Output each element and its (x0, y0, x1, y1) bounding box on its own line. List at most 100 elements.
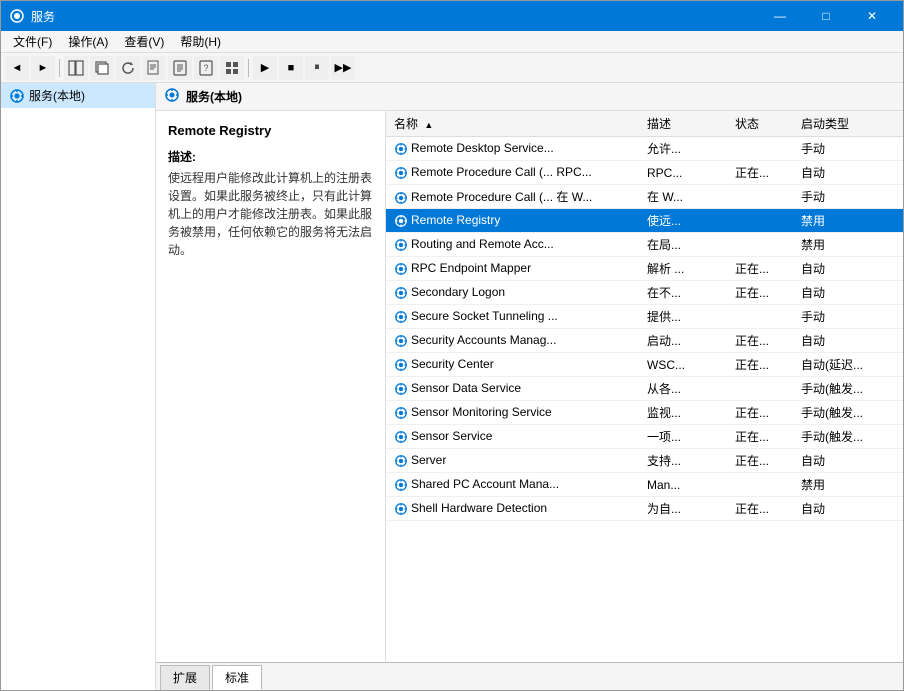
col-header-startup[interactable]: 启动类型 (793, 111, 903, 137)
svg-text:?: ? (203, 63, 208, 73)
cell-startup: 手动(触发... (793, 377, 903, 401)
right-panel: 服务(本地) Remote Registry 描述: 使远程用户能修改此计算机上… (156, 83, 903, 690)
maximize-button[interactable]: □ (803, 1, 849, 31)
table-row[interactable]: Remote Procedure Call (... 在 W...在 W... 手… (386, 185, 903, 209)
title-bar: 服务 — □ ✕ (1, 1, 903, 31)
export-button[interactable] (142, 56, 166, 80)
cell-name: Security Center (386, 353, 639, 377)
cell-name: Sensor Monitoring Service (386, 401, 639, 425)
menu-help[interactable]: 帮助(H) (172, 31, 229, 52)
cell-startup: 手动(触发... (793, 425, 903, 449)
cell-desc: 在局... (639, 233, 727, 257)
cell-startup: 自动 (793, 161, 903, 185)
cell-status (727, 233, 793, 257)
cell-name: Sensor Data Service (386, 377, 639, 401)
cell-name: Shared PC Account Mana... (386, 473, 639, 497)
properties-button[interactable] (168, 56, 192, 80)
cell-startup: 禁用 (793, 473, 903, 497)
cell-status (727, 473, 793, 497)
table-row[interactable]: Remote Procedure Call (... RPC...RPC...正… (386, 161, 903, 185)
panel-header-icon (164, 87, 180, 106)
cell-desc: 提供... (639, 305, 727, 329)
cell-name: Remote Procedure Call (... 在 W... (386, 185, 639, 209)
cell-desc: 允许... (639, 137, 727, 161)
forward-button[interactable]: ► (31, 56, 55, 80)
table-row[interactable]: Server支持...正在...自动 (386, 449, 903, 473)
services-table: 名称 ▲ 描述 状态 启动类型 (386, 111, 903, 521)
new-window-button[interactable] (90, 56, 114, 80)
cell-status: 正在... (727, 401, 793, 425)
sidebar-item-services-local[interactable]: 服务(本地) (1, 83, 155, 108)
table-row[interactable]: Remote Registry使远...禁用 (386, 209, 903, 233)
minimize-button[interactable]: — (757, 1, 803, 31)
cell-startup: 手动 (793, 185, 903, 209)
col-header-name[interactable]: 名称 ▲ (386, 111, 639, 137)
desc-text: 使远程用户能修改此计算机上的注册表设置。如果此服务被终止，只有此计算机上的用户才… (168, 169, 373, 259)
col-header-status[interactable]: 状态 (727, 111, 793, 137)
tab-extended[interactable]: 扩展 (160, 665, 210, 690)
panel-header: 服务(本地) (156, 83, 903, 111)
cell-name: Secondary Logon (386, 281, 639, 305)
cell-startup: 禁用 (793, 233, 903, 257)
services-table-container[interactable]: 名称 ▲ 描述 状态 启动类型 (386, 111, 903, 662)
table-row[interactable]: Secure Socket Tunneling ...提供...手动 (386, 305, 903, 329)
cell-desc: 解析 ... (639, 257, 727, 281)
back-button[interactable]: ◄ (5, 56, 29, 80)
col-header-desc[interactable]: 描述 (639, 111, 727, 137)
sidebar-label: 服务(本地) (29, 87, 85, 104)
table-row[interactable]: Shell Hardware Detection为自...正在...自动 (386, 497, 903, 521)
cell-status: 正在... (727, 329, 793, 353)
cell-status: 正在... (727, 449, 793, 473)
cell-startup: 自动 (793, 329, 903, 353)
cell-status (727, 185, 793, 209)
sort-arrow-name: ▲ (424, 120, 433, 130)
table-row[interactable]: Security CenterWSC...正在...自动(延迟... (386, 353, 903, 377)
cell-desc: WSC... (639, 353, 727, 377)
help-button[interactable]: ? (194, 56, 218, 80)
table-row[interactable]: Secondary Logon在不...正在...自动 (386, 281, 903, 305)
cell-desc: Man... (639, 473, 727, 497)
table-row[interactable]: Remote Desktop Service...允许...手动 (386, 137, 903, 161)
pause-button[interactable]: ⏸ (305, 56, 329, 80)
cell-status: 正在... (727, 281, 793, 305)
cell-startup: 自动 (793, 257, 903, 281)
cell-desc: 在 W... (639, 185, 727, 209)
cell-startup: 手动(触发... (793, 401, 903, 425)
view-button[interactable] (220, 56, 244, 80)
cell-name: Secure Socket Tunneling ... (386, 305, 639, 329)
cell-status: 正在... (727, 425, 793, 449)
play-button[interactable]: ▶ (253, 56, 277, 80)
table-row[interactable]: Sensor Data Service从各... 手动(触发... (386, 377, 903, 401)
table-header-row: 名称 ▲ 描述 状态 启动类型 (386, 111, 903, 137)
cell-desc: 从各... (639, 377, 727, 401)
window-controls: — □ ✕ (757, 1, 895, 31)
panel-header-label: 服务(本地) (186, 88, 242, 105)
table-row[interactable]: Shared PC Account Mana...Man... 禁用 (386, 473, 903, 497)
menu-action[interactable]: 操作(A) (60, 31, 116, 52)
cell-desc: 使远... (639, 209, 727, 233)
tab-standard[interactable]: 标准 (212, 665, 262, 690)
toolbar: ◄ ► (1, 53, 903, 83)
menu-file[interactable]: 文件(F) (5, 31, 60, 52)
cell-name: Routing and Remote Acc... (386, 233, 639, 257)
close-button[interactable]: ✕ (849, 1, 895, 31)
cell-name: RPC Endpoint Mapper (386, 257, 639, 281)
menu-view[interactable]: 查看(V) (116, 31, 172, 52)
cell-startup: 禁用 (793, 209, 903, 233)
table-row[interactable]: Security Accounts Manag...启动...正在...自动 (386, 329, 903, 353)
table-row[interactable]: Sensor Service一项...正在...手动(触发... (386, 425, 903, 449)
table-row[interactable]: RPC Endpoint Mapper解析 ...正在...自动 (386, 257, 903, 281)
cell-status: 正在... (727, 353, 793, 377)
cell-desc: 启动... (639, 329, 727, 353)
desc-label: 描述: (168, 148, 373, 165)
refresh-button[interactable] (116, 56, 140, 80)
table-row[interactable]: Sensor Monitoring Service监视...正在...手动(触发… (386, 401, 903, 425)
stop-button[interactable]: ■ (279, 56, 303, 80)
cell-desc: 监视... (639, 401, 727, 425)
cell-desc: 为自... (639, 497, 727, 521)
window-title: 服务 (31, 8, 757, 25)
app-icon (9, 8, 25, 24)
restart-button[interactable]: ▶▶ (331, 56, 355, 80)
table-row[interactable]: Routing and Remote Acc...在局... 禁用 (386, 233, 903, 257)
show-hide-console-button[interactable] (64, 56, 88, 80)
